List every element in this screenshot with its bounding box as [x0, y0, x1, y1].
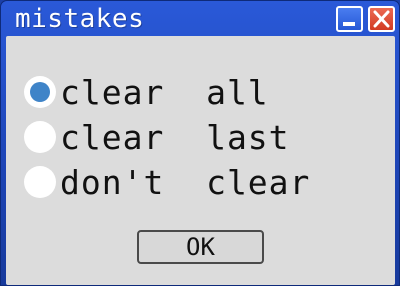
minimize-icon: [343, 22, 355, 26]
option-label-clear-all: clear all: [60, 73, 269, 112]
option-dont-clear[interactable]: don't clear: [24, 163, 384, 203]
option-label-clear-last: clear last: [60, 118, 290, 157]
option-clear-last[interactable]: clear last: [24, 118, 384, 158]
close-icon: [373, 10, 390, 28]
ok-button[interactable]: OK: [137, 230, 264, 264]
radio-clear-last[interactable]: [24, 121, 56, 153]
radio-dont-clear[interactable]: [24, 166, 56, 198]
dialog-body: clear all clear last don't clear OK: [6, 36, 395, 285]
radio-clear-all[interactable]: [24, 76, 56, 108]
title-bar: mistakes: [1, 1, 399, 36]
option-label-dont-clear: don't clear: [60, 163, 311, 202]
minimize-button[interactable]: [336, 6, 363, 32]
close-button[interactable]: [368, 6, 395, 32]
dialog-window: mistakes clear all clear last don't clea…: [0, 0, 400, 286]
option-clear-all[interactable]: clear all: [24, 73, 384, 113]
window-title: mistakes: [15, 4, 145, 34]
